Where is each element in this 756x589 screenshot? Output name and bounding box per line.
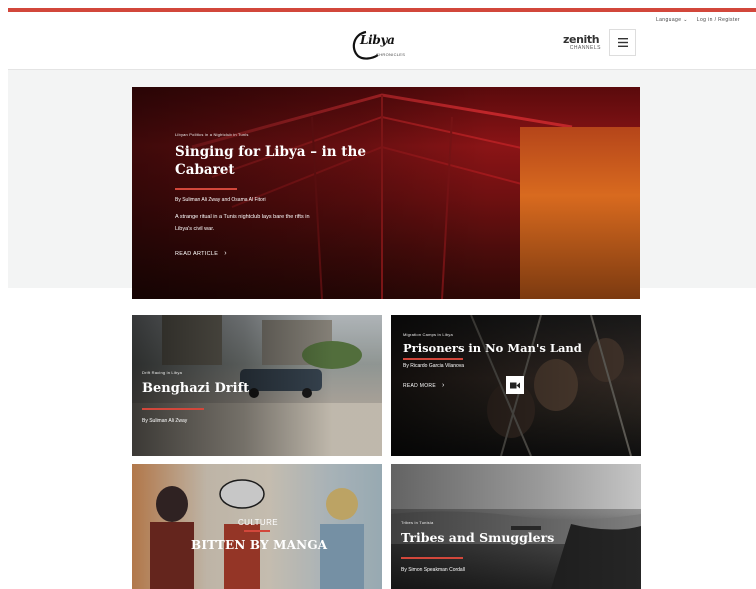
article-card-tribes-smugglers[interactable]: Tribes in Tunisia Tribes and Smugglers B… [391, 464, 641, 589]
hero-read-label: READ ARTICLE [175, 251, 219, 257]
article-card-prisoners[interactable]: Migration Camps in Libya Prisoners in No… [391, 315, 641, 456]
culture-tag: CULTURE [238, 518, 278, 527]
hero-title-rule [175, 188, 237, 190]
card-title-rule [401, 557, 463, 559]
hamburger-menu-button[interactable] [609, 29, 636, 56]
language-label: Language [655, 17, 682, 23]
video-camera-glyph [510, 382, 520, 388]
hero-kicker: Libyan Politics in a Nightclub in Tunis [175, 132, 249, 137]
card-kicker: Tribes in Tunisia [401, 520, 434, 525]
card-byline: By Simon Speakman Cordall [401, 567, 465, 573]
hero-dek-line1: A strange ritual in a Tunis nightclub la… [175, 214, 310, 220]
hero-byline: By Suliman Ali Zway and Osama Al Fitori [175, 197, 266, 203]
article-card-benghazi-drift[interactable]: Drift Racing in Libya Benghazi Drift By … [132, 315, 382, 456]
partner-logo-main: zenith [563, 33, 600, 46]
card-byline: By Ricardo Garcia Vilanova [403, 363, 465, 369]
card-title[interactable]: Prisoners in No Man's Land [403, 341, 582, 355]
partner-logo-sub: CHANNELS [569, 45, 601, 51]
card-read-label: READ MORE [403, 383, 436, 389]
utility-links: Language ⌄ Log in / Register [656, 17, 740, 23]
login-register-link[interactable]: Log in / Register [697, 17, 740, 23]
logo-text: Libya [360, 33, 395, 47]
card-byline: By Suliman Ali Zway [142, 418, 188, 424]
site-logo[interactable]: Libya CHRONICLES [348, 28, 410, 62]
hero-overlay [132, 87, 640, 299]
hero-dek: A strange ritual in a Tunis nightclub la… [175, 211, 310, 235]
hero-title-line2: Cabaret [175, 162, 235, 178]
chevron-right-icon: › [441, 382, 445, 389]
card-title-rule [142, 408, 204, 410]
video-camera-icon[interactable] [506, 376, 524, 394]
language-selector[interactable]: Language ⌄ [656, 17, 688, 23]
card-title-rule [403, 358, 463, 360]
culture-rule [244, 530, 270, 532]
hamburger-icon [617, 38, 628, 47]
chevron-right-icon: › [224, 250, 227, 257]
card-title[interactable]: Tribes and Smugglers [401, 530, 554, 545]
site-header: Language ⌄ Log in / Register Libya CHRON… [8, 12, 756, 70]
hero-title-line1: Singing for Libya – in the [175, 144, 366, 160]
card-title[interactable]: Benghazi Drift [142, 381, 249, 396]
partner-logo[interactable]: zenith CHANNELS [563, 34, 603, 54]
hero-read-article-link[interactable]: READ ARTICLE › [175, 250, 227, 257]
logo-subtitle: CHRONICLES [376, 52, 406, 57]
card-title[interactable]: BITTEN BY MANGA [191, 538, 327, 552]
card-read-more-link[interactable]: READ MORE › [403, 382, 445, 389]
card-kicker: Migration Camps in Libya [403, 332, 453, 337]
hero-dek-line2: Libya's civil war. [175, 226, 215, 232]
card-kicker: Drift Racing in Libya [142, 370, 182, 375]
chevron-down-icon: ⌄ [683, 17, 688, 23]
hero-article-card[interactable]: Libyan Politics in a Nightclub in Tunis … [132, 87, 640, 299]
hero-title[interactable]: Singing for Libya – in the Cabaret [175, 143, 366, 179]
article-card-bitten-by-manga[interactable]: CULTURE BITTEN BY MANGA [132, 464, 382, 589]
